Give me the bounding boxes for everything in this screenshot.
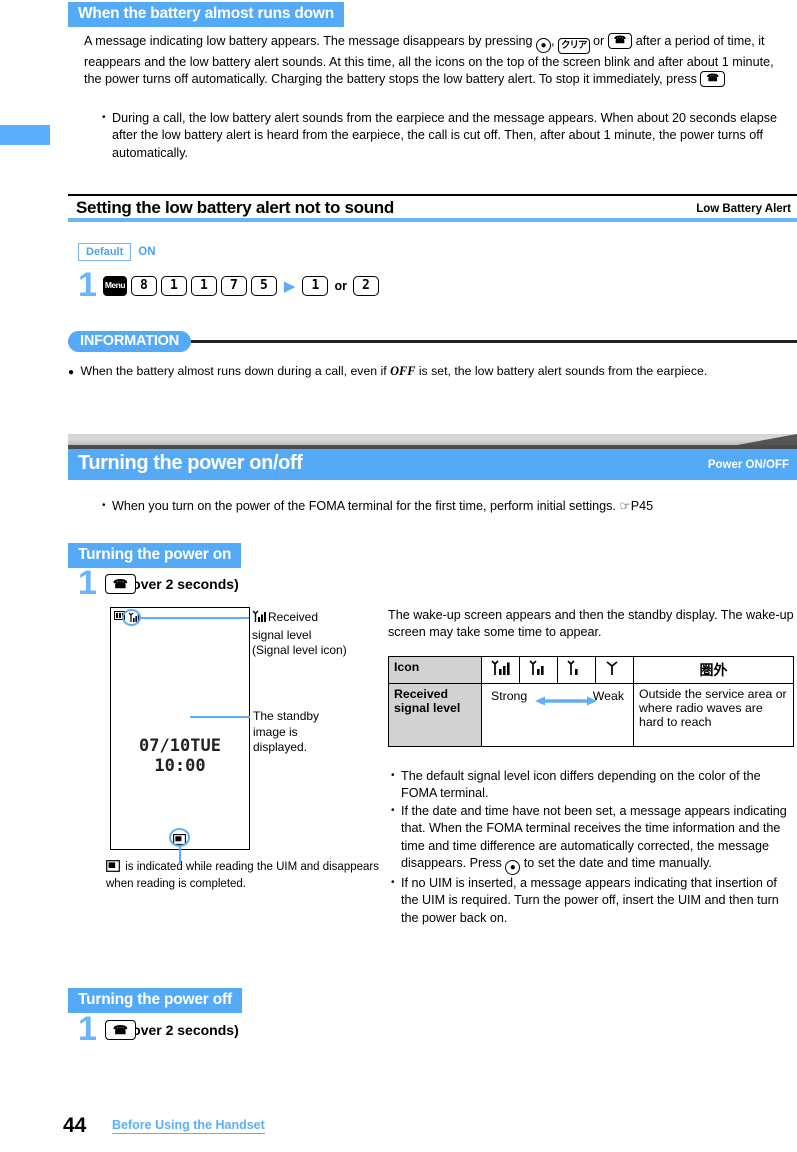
step-number: 1 [78,1010,97,1048]
callout-signal-text-3: (Signal level icon) [252,643,347,657]
signal-icon-highlight-circle [122,609,141,626]
menu-key-icon[interactable]: Menu [102,275,127,296]
low-battery-heading-wrap: When the battery almost runs down [68,2,345,27]
chapter-header: Turning the power on/off Power ON/OFF [68,434,797,480]
callout-standby-text-3: displayed. [253,740,308,754]
footer-chapter-link[interactable]: Before Using the Handset [112,1118,265,1134]
information-emphasis: OFF [390,364,416,378]
power-key-icon: ☎ [104,1019,136,1040]
callout-standby-text-1: The standby [253,709,320,723]
uim-icon-highlight-circle [169,828,190,847]
uim-caption-line-1: is indicated while reading the UIM and [122,861,320,873]
paragraph-text-3: or [589,34,608,48]
callout-standby-image: The standby image is displayed. [253,709,373,756]
information-text-after: is set, the low battery alert sounds fro… [415,364,708,378]
information-label: INFORMATION [68,331,192,352]
power-key-icon-2: ☎ [700,70,725,87]
page-title: Setting the low battery alert not to sou… [76,198,394,217]
result-key-2[interactable]: 2 [352,275,379,296]
callout-standby-text-2: image is [253,724,298,739]
bullet-text-after: to set the date and time manually. [520,856,712,871]
low-battery-heading: When the battery almost runs down [68,2,345,27]
low-battery-paragraph: A message indicating low battery appears… [84,33,794,88]
list-item: The default signal level icon differs de… [390,767,794,803]
chapter-title: Turning the power on/off [78,452,303,474]
out-of-area-icon: 圏外 [633,656,794,684]
intro-bullet-list: When you turn on the power of the FOMA t… [101,497,791,515]
default-badge: Default [78,243,132,262]
right-column-bullets: The default signal level icon differs de… [390,767,794,927]
right-column-intro: The wake-up screen appears and then the … [388,608,794,640]
callout-signal-level: Received signal level (Signal level icon… [252,610,380,659]
chapter-bar: Turning the power on/off Power ON/OFF [68,449,797,480]
default-value: ON [138,246,156,259]
signal-level-icon-inline [252,610,266,628]
information-text-before: When the battery almost runs down during… [80,364,391,378]
default-setting-row: Default ON [78,243,156,262]
list-item: If the date and time have not been set, … [390,802,794,876]
numeric-key-8[interactable]: 8 [130,275,157,296]
chapter-right-label: Power ON/OFF [707,459,789,471]
numeric-key-5[interactable]: 5 [250,275,277,296]
key-sequence: Menu 8 1 1 7 5 ▶ 1 or 2 [102,275,379,296]
callout-signal-text-2: signal level [252,627,312,642]
paragraph-text-1: A message indicating low battery appears… [84,34,536,48]
information-item: When the battery almost runs down during… [68,363,797,381]
power-key-icon: ☎ [607,33,633,49]
list-item: When you turn on the power of the FOMA t… [101,497,791,515]
signal-icon-3bar [481,656,520,684]
chapter-strip [68,434,797,445]
list-item: If no UIM is inserted, a message appears… [390,874,794,927]
list-item: During a call, the low battery alert sou… [101,109,789,162]
callout-signal-text-1: Received [268,610,319,624]
callout-line-signal [141,617,249,619]
phone-illustration: 07/10TUE 10:00 [110,607,250,850]
strong-label: Strong [491,689,528,703]
signal-strength-scale: Strong Weak [481,683,634,747]
uim-caption-icon [106,860,120,877]
row-label-line-1: Received [394,687,449,701]
power-off-step: 1 ☎ (for over 2 seconds) [78,1010,239,1048]
setting-section-header: Setting the low battery alert not to sou… [68,194,797,222]
row-label-line-2: signal level [394,701,461,715]
numeric-key-7[interactable]: 7 [220,275,247,296]
step-number: 1 [78,564,97,602]
weak-label: Weak [592,689,624,703]
paragraph-text-2: , [551,34,558,48]
select-key-icon: ● [536,38,551,53]
page-number: 44 [63,1114,87,1137]
result-key-1[interactable]: 1 [302,275,329,296]
uim-caption: is indicated while reading the UIM and d… [106,860,391,892]
callout-line-standby [190,716,250,718]
signal-level-table: Icon 圏外 Received signal level Strong Wea… [388,656,794,747]
manual-page: When the battery almost runs down A mess… [0,0,797,1152]
signal-icon-0bar [595,656,634,684]
double-arrow-icon [535,695,597,706]
information-banner: INFORMATION [68,331,797,353]
select-key-icon: ● [505,860,521,876]
setting-right-label: Low Battery Alert [696,203,791,215]
step-number: 1 [78,266,97,304]
low-battery-bullet-list: During a call, the low battery alert sou… [101,109,789,162]
power-on-step: 1 ☎ (for over 2 seconds) [78,564,239,602]
phone-clock-display: 07/10TUE 10:00 [139,736,221,776]
table-row-label: Received signal level [388,683,482,747]
or-label: or [334,278,347,293]
table-row: Received signal level Strong Weak Outsid… [388,683,794,747]
operation-step-1: 1 Menu 8 1 1 7 5 ▶ 1 or 2 [78,266,379,304]
signal-icon-1bar [557,656,596,684]
clear-key-icon: クリア [558,38,590,54]
signal-icon-2bar [519,656,558,684]
power-key-icon: ☎ [104,573,136,594]
chapter-edge-tab [0,125,50,145]
out-of-area-description: Outside the service area or where radio … [633,683,794,747]
numeric-key-1b[interactable]: 1 [190,275,217,296]
arrow-right-icon: ▶ [283,277,296,295]
table-header-icon: Icon [388,656,482,684]
table-row: Icon 圏外 [388,656,794,684]
numeric-key-1a[interactable]: 1 [160,275,187,296]
